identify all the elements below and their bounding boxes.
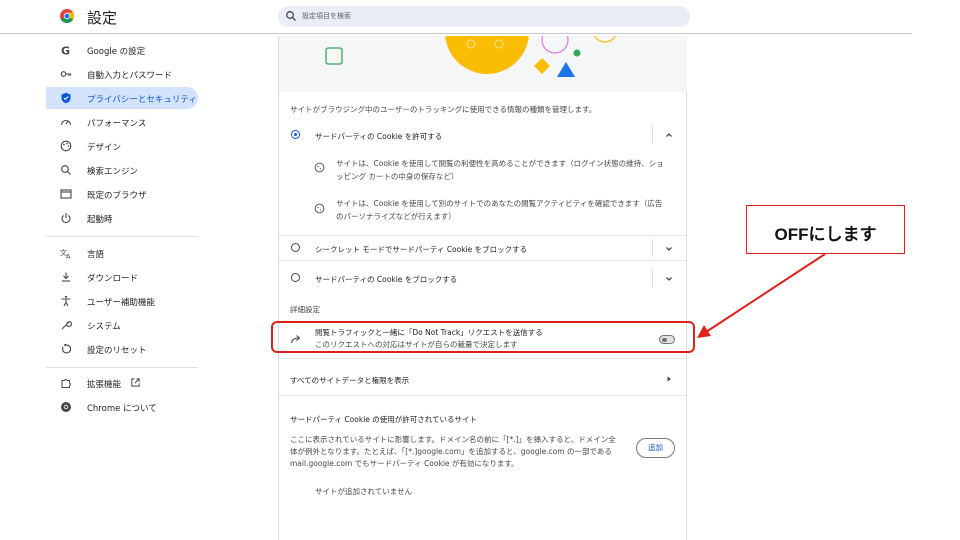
sidebar-item-performance[interactable]: パフォーマンス — [46, 111, 198, 133]
sidebar-item-startup[interactable]: 起動時 — [46, 207, 198, 229]
download-icon — [62, 272, 70, 282]
bullet-2-line-2: のパーソナライズなどが行えます） — [336, 212, 456, 221]
sidebar-item-reset[interactable]: 設定のリセット — [46, 338, 198, 360]
palette-icon — [60, 140, 72, 152]
bullet-1-line-2: ッピング カートの中身の保存など） — [336, 172, 459, 181]
top-bar: 設定 設定項目を検索 — [0, 0, 912, 34]
all-site-data-link[interactable]: すべてのサイトデータと権限を表示 — [290, 375, 409, 386]
chrome-logo-icon — [60, 9, 74, 23]
key-icon — [60, 71, 72, 77]
allowed-desc-line-1: ここに表示されているサイトに影響します。ドメイン名の前に「[*.]」を挿入すると… — [290, 435, 616, 444]
external-link-icon — [131, 378, 140, 387]
sidebar-divider — [46, 367, 198, 368]
chevron-down-icon[interactable] — [664, 244, 674, 254]
row-divider — [279, 395, 687, 396]
chevron-up-icon[interactable] — [664, 130, 674, 140]
app-title: 設定 — [87, 9, 118, 27]
add-site-button[interactable]: 追加 — [636, 438, 675, 458]
bullet-1-line-1: サイトは、Cookie を使用して閲覧の利便性を高めることができます（ログイン状… — [336, 159, 664, 168]
sidebar-item-accessibility[interactable]: ユーザー補助機能 — [46, 290, 198, 312]
search-icon — [61, 165, 71, 175]
accessibility-icon — [61, 295, 71, 307]
speedometer-icon — [60, 119, 72, 126]
chevron-down-icon[interactable] — [664, 274, 674, 284]
sidebar-divider — [46, 236, 198, 237]
sidebar-item-system[interactable]: システム — [46, 314, 198, 336]
cookie-icon — [314, 203, 325, 214]
bullet-2-line-1: サイトは、Cookie を使用して別のサイトでのあなたの閲覧アクティビティを確認… — [336, 199, 663, 208]
option-block-incognito-label: シークレット モードでサードパーティ Cookie をブロックする — [315, 245, 528, 254]
shield-icon — [61, 92, 71, 104]
sidebar-item-default-browser[interactable]: 既定のブラウザ — [46, 183, 198, 205]
vertical-divider — [652, 239, 653, 257]
wrench-icon — [61, 320, 72, 330]
cookie-icon — [314, 162, 325, 173]
vertical-divider — [652, 269, 653, 287]
sidebar-item-downloads[interactable]: ダウンロード — [46, 266, 198, 288]
vertical-divider — [652, 125, 653, 143]
radio-allow-third-party[interactable] — [291, 130, 300, 139]
reset-icon — [62, 343, 72, 354]
sidebar-item-google[interactable]: G Google の設定 — [46, 39, 198, 61]
sidebar-item-languages[interactable]: 文A 言語 — [46, 242, 198, 264]
chrome-icon — [61, 402, 71, 412]
annotation-callout: OFFにします — [746, 205, 905, 254]
triangle-right-icon[interactable] — [664, 374, 674, 384]
sidebar-item-search-engine[interactable]: 検索エンジン — [46, 159, 198, 181]
puzzle-icon — [61, 379, 71, 388]
allowed-sites-heading: サードパーティ Cookie の使用が許可されているサイト — [290, 415, 478, 424]
google-g-icon: G — [61, 45, 70, 57]
hero-illustration — [279, 36, 687, 92]
sidebar-item-extensions[interactable]: 拡張機能 — [46, 372, 198, 394]
svg-text:A: A — [66, 253, 71, 260]
row-divider — [279, 358, 687, 359]
search-box[interactable]: 設定項目を検索 — [278, 6, 690, 27]
option-block-third-party-label: サードパーティの Cookie をブロックする — [315, 275, 458, 284]
row-divider — [279, 235, 687, 236]
allowed-desc-line-2: 体が例外となります。たとえば、「[*.]google.com」を追加すると、go… — [290, 447, 612, 456]
advanced-heading: 詳細設定 — [290, 305, 320, 314]
sidebar-item-autofill[interactable]: 自動入力とパスワード — [46, 63, 198, 85]
radio-block-third-party[interactable] — [291, 273, 300, 282]
highlight-box — [271, 321, 695, 353]
radio-block-incognito[interactable] — [291, 243, 300, 252]
intro-text: サイトがブラウジング中のユーザーのトラッキングに使用できる情報の種類を管理します… — [290, 105, 597, 114]
browser-window-icon — [60, 189, 72, 199]
search-input[interactable]: 設定項目を検索 — [302, 11, 351, 21]
sidebar-item-design[interactable]: デザイン — [46, 135, 198, 157]
power-icon — [61, 213, 71, 224]
callout-text: OFFにします — [774, 225, 877, 244]
sidebar-item-about-chrome[interactable]: Chrome について — [46, 396, 198, 418]
row-divider — [279, 260, 687, 261]
sidebar-item-privacy[interactable]: プライバシーとセキュリティ — [46, 87, 198, 109]
translate-icon: 文A — [60, 248, 71, 260]
allowed-desc-line-3: mail.google.com でもサードパーティ Cookie が有効になりま… — [290, 459, 519, 468]
option-allow-third-party-label: サードパーティの Cookie を許可する — [315, 132, 443, 141]
empty-list-text: サイトが追加されていません — [315, 487, 413, 496]
hero-art-icon — [325, 36, 617, 77]
settings-content: サイトがブラウジング中のユーザーのトラッキングに使用できる情報の種類を管理します… — [278, 36, 687, 540]
search-icon — [286, 11, 296, 21]
svg-text:G: G — [61, 45, 70, 57]
